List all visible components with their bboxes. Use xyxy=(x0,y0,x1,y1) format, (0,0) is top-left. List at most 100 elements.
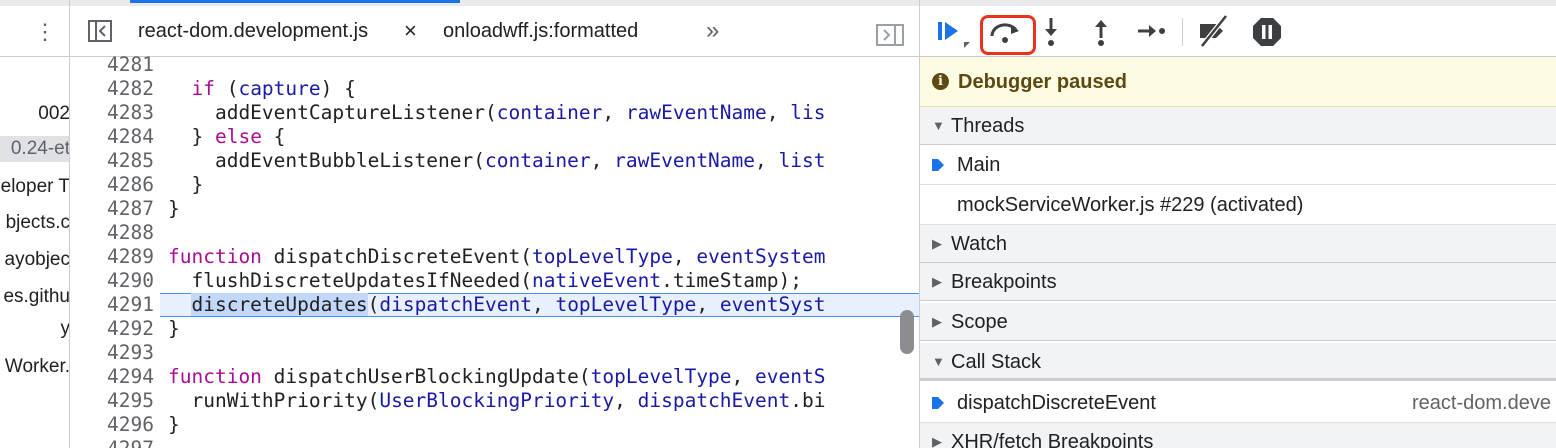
call-frame-dispatch-discrete-event[interactable]: dispatchDiscreteEvent react-dom.deve xyxy=(920,383,1556,423)
code-text: } xyxy=(168,317,180,340)
call-frame-location[interactable]: react-dom.deve xyxy=(1412,383,1551,423)
resume-icon[interactable] xyxy=(930,12,970,52)
line-number[interactable]: 4285 xyxy=(70,149,154,173)
code-text: runWithPriority(UserBlockingPriority, di… xyxy=(168,389,826,412)
section-label: Threads xyxy=(951,115,1025,137)
code-line[interactable]: 4290 flushDiscreteUpdatesIfNeeded(native… xyxy=(70,269,920,293)
section-xhr-breakpoints[interactable]: ▶ XHR/fetch Breakpoints xyxy=(920,423,1556,448)
navigator-item[interactable]: y xyxy=(0,316,70,342)
debugger-toolbar xyxy=(920,0,1556,57)
line-number[interactable]: 4292 xyxy=(70,317,154,341)
code-text: addEventCaptureListener(container, rawEv… xyxy=(168,101,826,124)
thread-item-main[interactable]: Main xyxy=(920,145,1556,185)
collapsed-triangle-icon: ▶ xyxy=(932,314,942,329)
line-number[interactable]: 4297 xyxy=(70,437,154,448)
code-line[interactable]: 4282 if (capture) { xyxy=(70,77,920,101)
thread-label: Main xyxy=(957,154,1001,176)
section-label: XHR/fetch Breakpoints xyxy=(951,431,1154,448)
paused-message: Debugger paused xyxy=(958,71,1127,93)
navigator-item[interactable]: es.githu xyxy=(0,284,70,310)
info-icon: i xyxy=(932,73,949,90)
toggle-debugger-icon[interactable] xyxy=(876,24,904,46)
code-line[interactable]: 4287} xyxy=(70,197,920,221)
section-scope[interactable]: ▶ Scope xyxy=(920,303,1556,341)
section-label: Call Stack xyxy=(951,351,1042,373)
code-line[interactable]: 4289 function dispatchDiscreteEvent(topLe… xyxy=(70,245,920,269)
toggle-navigator-icon[interactable] xyxy=(88,20,112,42)
section-watch[interactable]: ▶ Watch xyxy=(920,225,1556,263)
close-tab-icon[interactable]: × xyxy=(404,6,417,56)
collapsed-triangle-icon: ▶ xyxy=(932,434,942,448)
tab-react-dom[interactable]: react-dom.development.js xyxy=(130,0,460,56)
line-number[interactable]: 4284 xyxy=(70,125,154,149)
section-call-stack[interactable]: ▼ Call Stack xyxy=(920,343,1556,381)
line-number[interactable]: 4289 xyxy=(70,245,154,269)
line-number[interactable]: 4286 xyxy=(70,173,154,197)
navigator-item-label: 0.24-et xyxy=(10,138,70,159)
navigator-item-label: eloper T xyxy=(0,176,70,197)
line-number[interactable]: 4283 xyxy=(70,101,154,125)
code-line[interactable]: 4283 addEventCaptureListener(container, … xyxy=(70,101,920,125)
line-number[interactable]: 4281 xyxy=(70,53,154,77)
step-out-icon[interactable] xyxy=(1082,12,1122,52)
code-line[interactable]: 4284 } else { xyxy=(70,125,920,149)
section-breakpoints[interactable]: ▶ Breakpoints xyxy=(920,263,1556,301)
line-number[interactable]: 4295 xyxy=(70,389,154,413)
thread-item-worker[interactable]: mockServiceWorker.js #229 (activated) xyxy=(920,185,1556,225)
tab-onloadwff[interactable]: onloadwff.js:formatted xyxy=(443,6,638,56)
navigator-item-label: bjects.c xyxy=(5,212,70,233)
line-number[interactable]: 4296 xyxy=(70,413,154,437)
line-number[interactable]: 4287 xyxy=(70,197,154,221)
code-area[interactable]: 4281 4282 if (capture) {4283 addEventCapt… xyxy=(70,53,920,448)
navigator-item[interactable]: 002 xyxy=(0,101,70,127)
line-number[interactable]: 4291 xyxy=(70,293,154,317)
section-label: Watch xyxy=(951,233,1007,255)
code-text: function dispatchUserBlockingUpdate(topL… xyxy=(168,365,826,388)
code-line[interactable]: 4292} xyxy=(70,317,920,341)
toolbar-separator xyxy=(1182,18,1183,46)
code-line[interactable]: 4281 xyxy=(70,53,920,77)
line-number[interactable]: 4293 xyxy=(70,341,154,365)
call-frame-name: dispatchDiscreteEvent xyxy=(957,392,1156,414)
navigator-item[interactable]: Worker. xyxy=(0,354,70,380)
navigator-item[interactable]: eloper T xyxy=(0,174,70,200)
line-number[interactable]: 4288 xyxy=(70,221,154,245)
pause-on-exceptions-icon[interactable] xyxy=(1247,12,1287,52)
code-line[interactable]: 4297 xyxy=(70,437,920,448)
code-text: if (capture) { xyxy=(191,77,356,100)
collapsed-triangle-icon: ▶ xyxy=(932,236,942,251)
navigator-toolbar: ⋮ xyxy=(0,0,69,57)
paused-code-line[interactable]: 4291 discreteUpdates(dispatchEvent, topL… xyxy=(70,293,920,317)
navigator-item[interactable]: 0.24-et xyxy=(0,136,70,162)
code-line[interactable]: 4285 addEventBubbleListener(container, r… xyxy=(70,149,920,173)
more-tabs-icon[interactable]: » xyxy=(706,6,719,56)
navigator-item-label: Worker. xyxy=(4,356,70,377)
navigator-item-label: 002 xyxy=(38,103,70,124)
deactivate-breakpoints-icon[interactable] xyxy=(1194,12,1234,52)
debugger-sidebar: i Debugger paused ▼ Threads Main mockSer… xyxy=(919,0,1556,448)
navigator-item-label: es.githu xyxy=(3,286,70,307)
navigator-item[interactable]: ayobjec xyxy=(0,247,70,273)
code-line[interactable]: 4293 xyxy=(70,341,920,365)
line-number[interactable]: 4294 xyxy=(70,365,154,389)
code-line[interactable]: 4286 } xyxy=(70,173,920,197)
step-into-icon[interactable] xyxy=(1032,12,1072,52)
navigator-item-label: ayobjec xyxy=(4,249,70,270)
code-text: addEventBubbleListener(container, rawEve… xyxy=(168,149,826,172)
code-line[interactable]: 4295 runWithPriority(UserBlockingPriorit… xyxy=(70,389,920,413)
step-icon[interactable] xyxy=(1132,12,1172,52)
navigator-item-label: y xyxy=(60,318,70,339)
code-line[interactable]: 4296} xyxy=(70,413,920,437)
section-threads[interactable]: ▼ Threads xyxy=(920,107,1556,145)
line-number[interactable]: 4290 xyxy=(70,269,154,293)
vertical-scrollbar[interactable] xyxy=(900,310,914,354)
file-navigator: ⋮ 002 0.24-et eloper T bjects.c ayobjec es.gi… xyxy=(0,0,70,448)
more-options-icon[interactable]: ⋮ xyxy=(34,18,56,46)
step-over-icon[interactable] xyxy=(986,12,1026,52)
code-line[interactable]: 4294 function dispatchUserBlockingUpdate(… xyxy=(70,365,920,389)
source-editor: react-dom.development.js × onloadwff.js:… xyxy=(70,0,920,448)
collapsed-triangle-icon: ▶ xyxy=(932,274,942,289)
line-number[interactable]: 4282 xyxy=(70,77,154,101)
navigator-item[interactable]: bjects.c xyxy=(0,210,70,236)
code-line[interactable]: 4288 xyxy=(70,221,920,245)
